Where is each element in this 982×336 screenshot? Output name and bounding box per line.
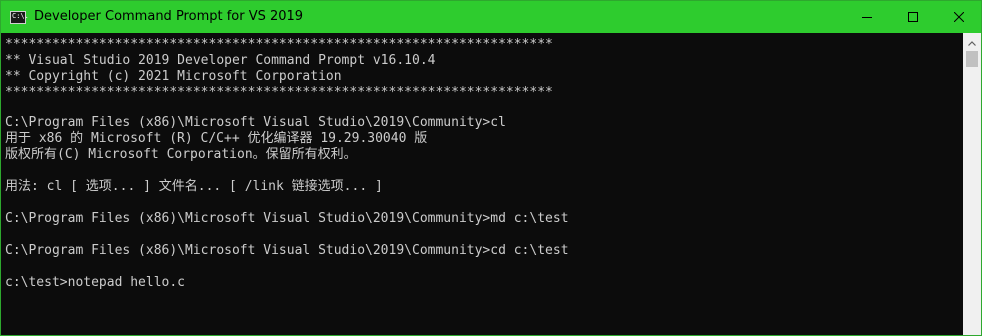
close-icon xyxy=(954,12,964,22)
scroll-up-button[interactable] xyxy=(963,33,981,50)
minimize-icon xyxy=(862,12,872,22)
title-bar[interactable]: C:\. Developer Command Prompt for VS 201… xyxy=(1,1,981,33)
maximize-button[interactable] xyxy=(890,1,936,33)
console-line: C:\Program Files (x86)\Microsoft Visual … xyxy=(5,211,569,226)
cmd-icon-glyph: C:\. xyxy=(12,12,29,20)
console-line: C:\Program Files (x86)\Microsoft Visual … xyxy=(5,243,569,258)
window-title: Developer Command Prompt for VS 2019 xyxy=(34,9,304,24)
console-line: C:\Program Files (x86)\Microsoft Visual … xyxy=(5,115,506,130)
close-button[interactable] xyxy=(936,1,981,33)
console-line: ****************************************… xyxy=(5,85,553,100)
cmd-icon[interactable]: C:\. xyxy=(10,11,29,24)
console-line: 版权所有(C) Microsoft Corporation。保留所有权利。 xyxy=(5,147,357,162)
vertical-scrollbar[interactable] xyxy=(963,33,981,335)
console-line: ** Visual Studio 2019 Developer Command … xyxy=(5,53,436,68)
minimize-button[interactable] xyxy=(844,1,890,33)
console-line: ** Copyright (c) 2021 Microsoft Corporat… xyxy=(5,69,342,84)
scroll-up-arrow-icon xyxy=(968,33,976,51)
maximize-icon xyxy=(908,12,918,22)
scroll-thumb[interactable] xyxy=(966,51,978,67)
console-output[interactable]: ****************************************… xyxy=(1,33,963,335)
console-line: ****************************************… xyxy=(5,37,553,52)
console-line: 用法: cl [ 选项... ] 文件名... [ /link 链接选项... … xyxy=(5,179,383,194)
console-line: 用于 x86 的 Microsoft (R) C/C++ 优化编译器 19.29… xyxy=(5,131,428,146)
console-window: C:\. Developer Command Prompt for VS 201… xyxy=(0,0,982,336)
console-line: c:\test>notepad hello.c xyxy=(5,275,186,290)
